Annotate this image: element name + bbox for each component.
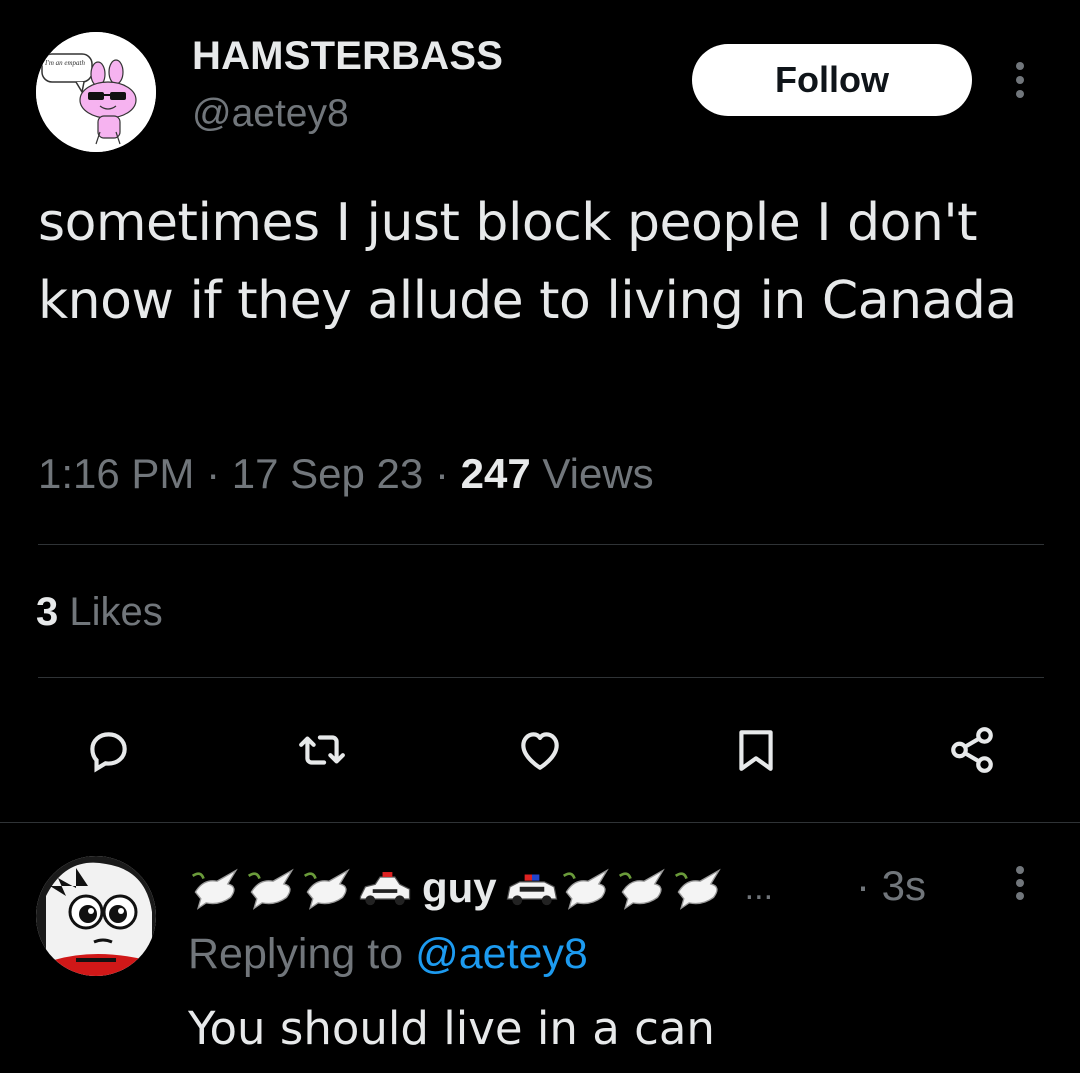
more-options-icon[interactable]	[1010, 62, 1030, 98]
replying-prefix: Replying to	[188, 930, 404, 978]
reply-text: You should live in a can	[188, 1002, 715, 1055]
more-options-icon[interactable]	[1010, 866, 1030, 900]
police-car-icon	[506, 874, 557, 906]
views-count: 247	[460, 450, 531, 497]
cartoon-avatar-image	[36, 856, 156, 976]
tweet-metadata: 1:16 PM · 17 Sep 23 · 247 Views	[38, 450, 654, 498]
reply-icon[interactable]	[76, 718, 140, 782]
author-display-name[interactable]: HAMSTERBASS	[192, 34, 503, 79]
dove-icon	[303, 868, 350, 910]
views-label: Views	[542, 450, 654, 497]
reply-display-name[interactable]: guy ...	[190, 858, 773, 918]
dove-icon	[674, 868, 721, 910]
tweet-text: sometimes I just block people I don't kn…	[38, 193, 1017, 331]
name-truncation: ...	[744, 868, 774, 907]
replying-handle-link[interactable]: @aetey8	[415, 930, 588, 978]
share-icon[interactable]	[940, 718, 1004, 782]
bookmark-icon[interactable]	[724, 718, 788, 782]
divider	[0, 822, 1080, 823]
avatar-caption: I'm an empath	[44, 59, 85, 67]
retweet-icon[interactable]	[290, 718, 354, 782]
divider	[38, 677, 1044, 678]
tweet-time[interactable]: 1:16 PM	[38, 450, 194, 497]
meta-separator: ·	[434, 450, 449, 497]
likes-count: 3	[36, 590, 59, 634]
meta-separator: ·	[206, 450, 221, 497]
author-handle[interactable]: @aetey8	[192, 92, 349, 136]
likes-count-link[interactable]: 3 Likes	[36, 590, 163, 635]
dove-icon	[247, 868, 294, 910]
reply-time[interactable]: · 3s	[856, 862, 926, 910]
dove-icon	[618, 868, 665, 910]
replying-to-line: Replying to @aetey8	[188, 930, 588, 979]
dove-icon	[191, 868, 238, 910]
like-icon[interactable]	[508, 718, 572, 782]
author-avatar[interactable]: I'm an empath	[36, 32, 156, 152]
dove-icon	[562, 868, 609, 910]
hamster-avatar-image: I'm an empath	[36, 32, 156, 152]
likes-label: Likes	[69, 590, 163, 634]
reply-username: guy	[422, 864, 497, 911]
police-car-icon	[359, 872, 411, 906]
divider	[38, 544, 1044, 545]
reply-author-avatar[interactable]	[36, 856, 156, 976]
follow-button[interactable]: Follow	[692, 44, 972, 116]
tweet-date[interactable]: 17 Sep 23	[232, 450, 424, 497]
